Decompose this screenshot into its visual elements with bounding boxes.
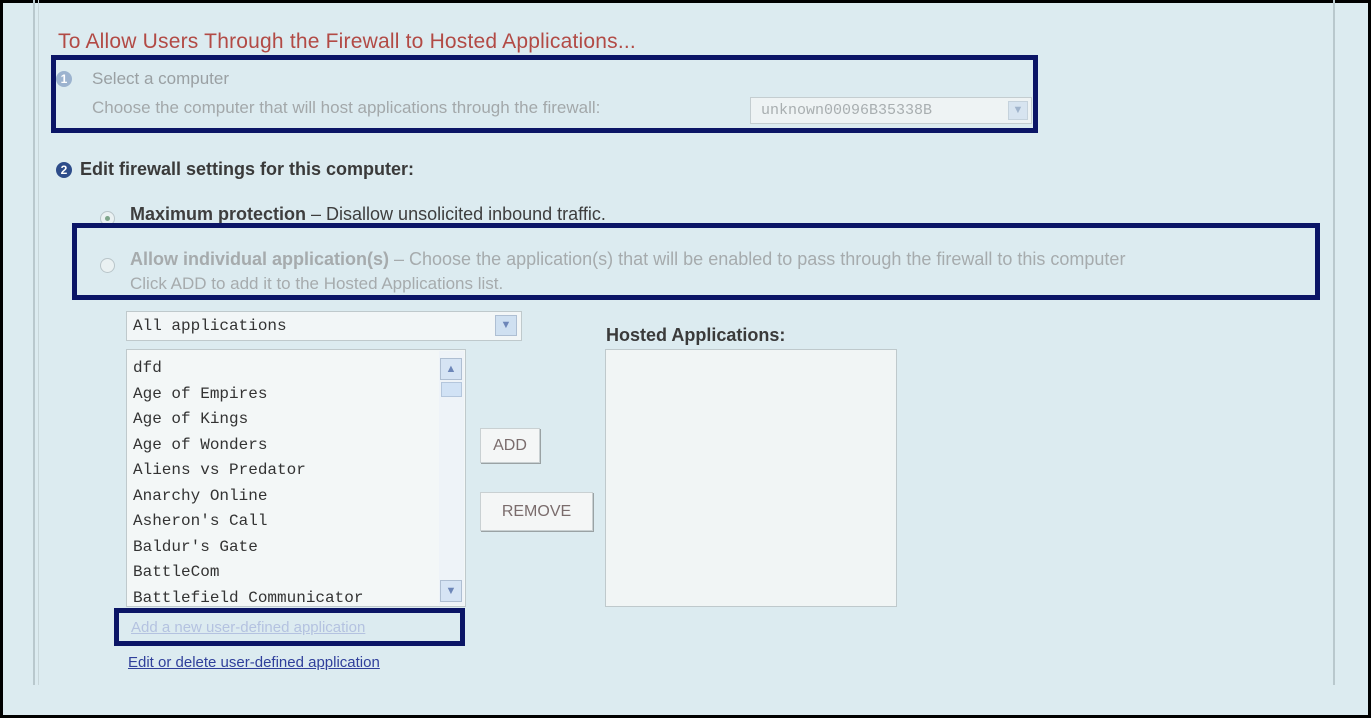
list-item[interactable]: dfd [133, 356, 465, 382]
maximum-protection-desc: – Disallow unsolicited inbound traffic. [306, 204, 606, 224]
add-button[interactable]: ADD [480, 428, 540, 463]
list-item[interactable]: Age of Wonders [133, 433, 465, 459]
step-2-icon: 2 [56, 162, 72, 178]
scroll-up-icon[interactable]: ▲ [440, 358, 462, 380]
maximum-protection-label: Maximum protection – Disallow unsolicite… [130, 204, 606, 225]
step-2-title: Edit firewall settings for this computer… [80, 159, 415, 179]
scrollbar-thumb[interactable] [441, 382, 462, 397]
edit-user-defined-application-link[interactable]: Edit or delete user-defined application [128, 654, 380, 671]
list-item[interactable]: Asheron's Call [133, 509, 465, 535]
application-list-scrollbar[interactable]: ▲ ▼ [439, 351, 464, 605]
hosted-applications-label: Hosted Applications: [606, 325, 786, 345]
scroll-down-icon[interactable]: ▼ [440, 580, 462, 602]
list-item[interactable]: Age of Empires [133, 382, 465, 408]
list-item[interactable]: Anarchy Online [133, 484, 465, 510]
highlight-box-allow-individual [72, 223, 1320, 300]
category-select-value: All applications [133, 317, 287, 335]
page-title: To Allow Users Through the Firewall to H… [58, 30, 636, 53]
hosted-applications-list[interactable] [605, 349, 897, 607]
list-item[interactable]: BattleCom [133, 560, 465, 586]
highlight-box-add-new-link [114, 608, 465, 646]
list-item[interactable]: Age of Kings [133, 407, 465, 433]
application-category-select[interactable]: All applications ▼ [126, 311, 522, 341]
list-item[interactable]: Baldur's Gate [133, 535, 465, 561]
chevron-down-icon[interactable]: ▼ [495, 315, 517, 336]
highlight-box-select-computer [51, 55, 1038, 133]
content-border-left [33, 0, 35, 685]
application-list[interactable]: dfd Age of Empires Age of Kings Age of W… [126, 349, 466, 607]
content-border-right [1333, 0, 1335, 685]
remove-button[interactable]: REMOVE [480, 492, 593, 531]
maximum-protection-title: Maximum protection [130, 204, 307, 224]
list-item[interactable]: Battlefield Communicator [133, 586, 465, 607]
content-border-left-inner [38, 0, 39, 685]
list-item[interactable]: Aliens vs Predator [133, 458, 465, 484]
